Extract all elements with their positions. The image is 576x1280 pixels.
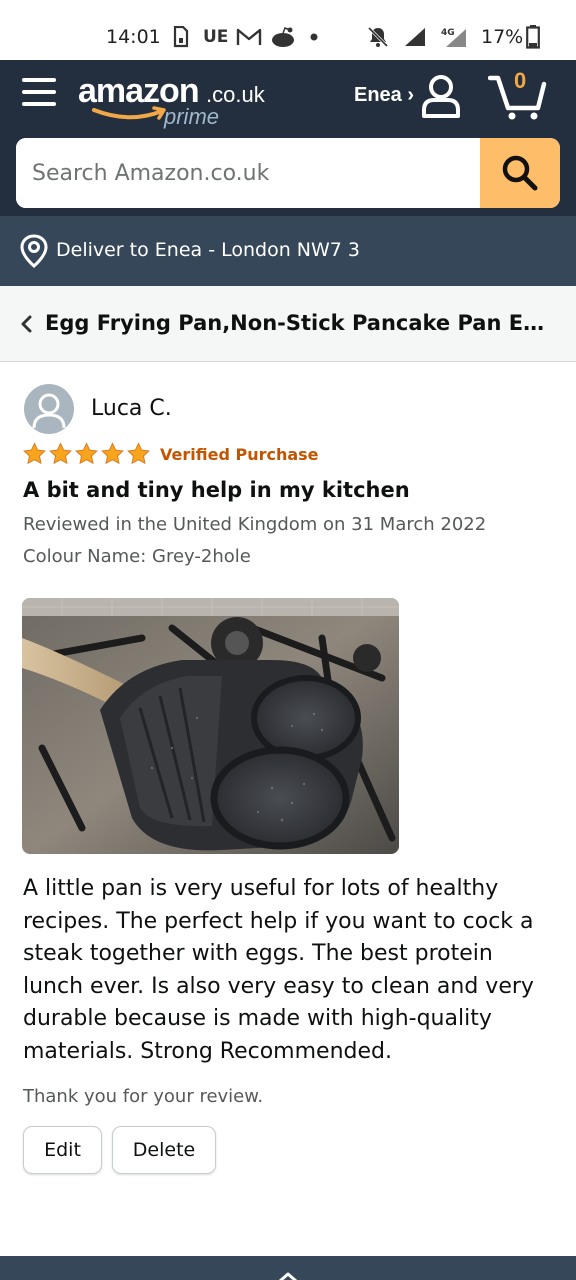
thanks-message: Thank you for your review. (23, 1086, 264, 1107)
status-time: 14:01 (106, 26, 161, 48)
search-button[interactable] (480, 138, 560, 208)
product-title: Egg Frying Pan,Non-Stick Pancake Pan Eg.… (45, 311, 555, 335)
star-icon (127, 442, 150, 465)
deliver-to-bar[interactable]: Deliver to Enea - London NW7 3 (0, 216, 576, 286)
search-bar (16, 138, 560, 208)
delete-button[interactable]: Delete (112, 1126, 216, 1174)
product-back-row[interactable]: Egg Frying Pan,Non-Stick Pancake Pan Eg.… (0, 286, 576, 362)
review-photo[interactable] (22, 598, 399, 854)
signal-icon (403, 24, 427, 50)
star-rating (22, 442, 151, 466)
chevron-left-icon (21, 315, 32, 333)
status-bar: 14:01 UE 4G 17% (0, 0, 576, 60)
dot-icon (309, 24, 319, 50)
review-variant: Colour Name: Grey-2hole (23, 546, 251, 567)
notifications-off-icon (366, 24, 390, 50)
search-input[interactable] (16, 138, 480, 208)
sim-card-icon (172, 24, 190, 50)
verified-purchase-badge: Verified Purchase (160, 445, 319, 464)
battery-percent: 17% (481, 26, 524, 48)
logo-prime: prime (164, 104, 220, 129)
star-icon (75, 442, 98, 465)
review-title: A bit and tiny help in my kitchen (23, 478, 410, 502)
account-icon[interactable] (420, 74, 462, 118)
edit-button[interactable]: Edit (23, 1126, 102, 1174)
avatar (24, 384, 74, 434)
star-icon (101, 442, 124, 465)
battery-icon (525, 24, 541, 50)
carrier-label: UE (203, 27, 229, 47)
amazon-logo[interactable]: amazon .co.uk prime (78, 72, 278, 132)
reviewer-name: Luca C. (91, 396, 172, 421)
reddit-icon (270, 24, 296, 50)
cart-count: 0 (514, 68, 527, 93)
network-4g-icon: 4G (432, 24, 468, 50)
star-icon (49, 442, 72, 465)
gmail-icon (236, 24, 262, 50)
deliver-text: Deliver to Enea - London NW7 3 (56, 239, 360, 261)
search-icon (502, 155, 538, 191)
review-body: A little pan is very useful for lots of … (23, 876, 534, 1064)
location-pin-icon (20, 234, 48, 268)
review-date: Reviewed in the United Kingdom on 31 Mar… (23, 514, 487, 535)
user-avatar-icon (32, 393, 66, 429)
star-icon (23, 442, 46, 465)
menu-button[interactable] (22, 76, 56, 108)
chevron-up-icon[interactable] (278, 1271, 298, 1280)
network-label: 4G (441, 28, 455, 38)
account-link[interactable]: Enea › (354, 84, 414, 107)
smile-arrow-icon (92, 106, 166, 120)
